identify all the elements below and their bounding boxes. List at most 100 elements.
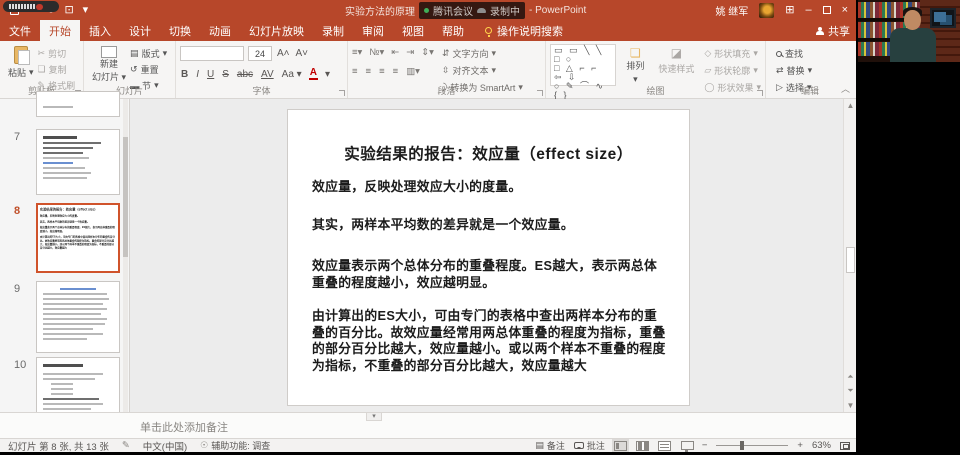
spell-check-icon[interactable]: ✎ [122,440,130,451]
strikethrough-button[interactable]: S [221,69,230,80]
comments-toggle[interactable]: 批注 [573,439,605,452]
slide-title[interactable]: 实验结果的报告：效应量（effect size） [288,142,689,164]
layout-button[interactable]: ▤ 版式 ▾ [130,47,167,60]
paste-button[interactable]: 粘贴 ▾ [4,44,38,86]
qat-customize-icon[interactable]: ▾ [83,4,89,16]
replace-button[interactable]: ⇄ 替换 ▾ [776,64,850,77]
shape-outline-button[interactable]: ▱ 形状轮廓 ▾ [704,64,761,77]
outdent-icon[interactable]: ⇤ [391,47,399,58]
slide-paragraph-1[interactable]: 效应量，反映处理效应大小的度量。 [312,179,669,196]
font-color-dropdown-icon[interactable]: ▾ [324,69,331,80]
find-button[interactable]: 查找 [776,47,850,60]
tab-file[interactable]: 文件 [0,20,40,41]
align-left-icon[interactable]: ≡ [352,66,358,77]
shapes-gallery[interactable]: ▭ ▭ ╲ ╲ □ ○ □ △ ⌐ ⌐ ⇦ ⇩ ○ ✎ ⌒ ∿ { } [550,44,617,100]
line-spacing-icon[interactable]: ⇕▾ [421,47,434,58]
minimize-button[interactable]: – [805,4,811,16]
font-name-combobox[interactable] [180,46,244,61]
quick-styles-button[interactable]: ◪ 快速样式 [654,44,698,86]
shape-fill-button[interactable]: ◇ 形状填充 ▾ [704,47,761,60]
accessibility-status[interactable]: ☉ 辅助功能: 调查 [200,439,270,452]
tab-design[interactable]: 设计 [120,20,160,41]
tab-home[interactable]: 开始 [40,20,80,41]
char-spacing-button[interactable]: AV [260,69,275,80]
zoom-in-button[interactable]: + [797,440,803,451]
thumbnail-slide-7[interactable] [36,129,120,195]
text-direction-button[interactable]: ⇵ 文字方向 ▾ [442,47,523,60]
close-button[interactable]: × [842,4,848,16]
justify-icon[interactable]: ≡ [393,66,399,77]
tab-review[interactable]: 审阅 [353,20,393,41]
ribbon-display-options-icon[interactable]: ⊞ [785,4,794,16]
thumbnail-slide-9[interactable] [36,281,120,353]
reset-button[interactable]: ↺ 重置 [130,63,167,76]
tell-me-search[interactable]: 操作说明搜索 [473,20,572,41]
paragraph-dialog-launcher-icon[interactable] [537,90,543,96]
replace-label: 替换 [786,66,805,76]
canvas-scrollbar[interactable]: ▲ ⏶ ⏷ ▼ [843,99,856,412]
webcam-video-overlay[interactable] [858,0,960,62]
drawing-dialog-launcher-icon[interactable] [757,90,763,96]
change-case-button[interactable]: Aa ▾ [281,69,303,80]
language-indicator[interactable]: 中文(中国) [143,439,187,453]
slide-editor[interactable]: 实验结果的报告：效应量（effect size） 效应量，反映处理效应大小的度量… [287,109,690,406]
scrollbar-thumb[interactable] [846,247,855,273]
fit-slide-to-window-icon[interactable] [840,441,850,450]
tab-transitions[interactable]: 切换 [160,20,200,41]
cut-button[interactable]: ✂ 剪切 [38,47,76,60]
slide-paragraph-3[interactable]: 效应量表示两个总体分布的重叠程度。ES越大，表示两总体重叠的程度越小，效应越明显… [312,258,669,291]
restore-button[interactable] [822,6,831,14]
tab-record[interactable]: 录制 [313,20,353,41]
grow-font-button[interactable]: A˄ [276,48,291,59]
notes-splitter[interactable]: ▾ [366,412,382,421]
columns-icon[interactable]: ▥▾ [406,66,420,77]
italic-button[interactable]: I [195,69,200,80]
new-slide-label-1: 新建 [100,59,119,69]
notes-placeholder[interactable]: 单击此处添加备注 [140,419,228,435]
slide-paragraph-4[interactable]: 由计算出的ES大小，可由专门的表格中查出两样本分布的重叠的百分比。故效应量经常用… [312,308,669,374]
bullets-icon[interactable]: ≡▾ [352,47,362,58]
copy-label: 复制 [48,65,67,75]
shrink-font-button[interactable]: A˅ [295,48,310,59]
zoom-out-button[interactable]: − [702,440,708,451]
copy-button[interactable]: ❏ 复制 [38,63,76,76]
zoom-level[interactable]: 63% [812,440,831,451]
tab-help[interactable]: 帮助 [433,20,473,41]
reading-view-button[interactable] [657,440,671,451]
notes-toggle[interactable]: ▤ 备注 [535,439,565,452]
slide-paragraph-2[interactable]: 其实，两样本平均数的差异就是一个效应量。 [312,217,669,234]
indent-icon[interactable]: ⇥ [406,47,414,58]
tab-insert[interactable]: 插入 [80,20,120,41]
notes-pane[interactable]: ▾ 单击此处添加备注 [0,412,856,438]
arrange-button[interactable]: ❏ 排列 ▾ [622,44,648,86]
zoom-slider-thumb[interactable] [740,441,745,450]
normal-view-button[interactable] [613,440,627,451]
bold-button[interactable]: B [180,69,189,80]
share-button[interactable]: 共享 [816,20,850,41]
font-color-button[interactable]: A [308,68,318,80]
zoom-slider[interactable] [716,441,789,450]
thumbnail-slide-6-partial[interactable] [36,91,120,117]
tab-animations[interactable]: 动画 [200,20,240,41]
thumbnail-scrollbar[interactable] [123,99,128,412]
numbering-icon[interactable]: №▾ [369,47,384,58]
underline-button[interactable]: U [206,69,215,80]
align-text-button[interactable]: ⇳ 对齐文本 ▾ [442,64,523,77]
align-right-icon[interactable]: ≡ [379,66,385,77]
slideshow-view-button[interactable] [680,440,694,452]
font-size-combobox[interactable]: 24 [248,46,272,61]
tab-view[interactable]: 视图 [393,20,433,41]
collapse-ribbon-icon[interactable]: ︿ [841,82,850,95]
new-slide-button[interactable]: 新建 幻灯片 ▾ [88,44,130,86]
start-slideshow-icon[interactable]: ⊡ [64,4,73,16]
tab-slideshow[interactable]: 幻灯片放映 [240,20,313,41]
find-label: 查找 [785,49,804,59]
user-avatar[interactable] [759,2,775,18]
group-paragraph: ≡▾ №▾ ⇤ ⇥ ⇕▾ ≡ ≡ ≡ ≡ ▥▾ ⇵ 文字方向 ▾ ⇳ 对齐文本 … [348,41,546,98]
clear-format-button[interactable]: abc [236,69,254,80]
align-center-icon[interactable]: ≡ [366,66,372,77]
slide-sorter-view-button[interactable] [635,440,649,451]
font-dialog-launcher-icon[interactable] [339,90,345,96]
thumbnail-slide-8-selected[interactable]: 实验结果的报告：效应量（effect size） 效应量，反映处理效应大小的度量… [36,203,120,273]
accessibility-label: 辅助功能: 调查 [211,441,271,451]
